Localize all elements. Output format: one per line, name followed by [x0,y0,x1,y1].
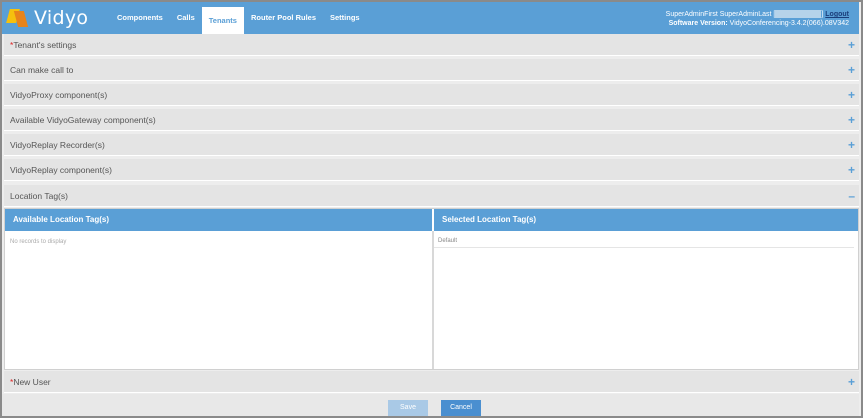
section-replay-recorder[interactable]: VidyoReplay Recorder(s) + [4,134,859,156]
section-new-user[interactable]: *New User + [4,371,859,393]
expand-icon[interactable]: + [848,134,855,156]
section-tenant-settings[interactable]: *Tenant's settings + [4,34,859,56]
vidyo-logo[interactable]: Vidyo [6,7,88,29]
software-version-label: Software Version: [668,20,728,27]
logout-link[interactable]: Logout [825,11,849,18]
section-vidyoreplay[interactable]: VidyoReplay component(s) + [4,159,859,181]
expand-icon[interactable]: + [848,34,855,56]
nav-components[interactable]: Components [110,2,170,34]
nav-router-pool-rules[interactable]: Router Pool Rules [244,2,323,34]
selected-tag-row[interactable]: Default [434,234,854,248]
expand-icon[interactable]: + [848,59,855,81]
nav-settings[interactable]: Settings [323,2,367,34]
expand-icon[interactable]: + [848,371,855,393]
section-vidyoproxy[interactable]: VidyoProxy component(s) + [4,84,859,106]
expand-icon[interactable]: + [848,159,855,181]
available-tags-header: Available Location Tag(s) [5,209,432,231]
nav-tenants[interactable]: Tenants [201,7,244,34]
selected-tags-header: Selected Location Tag(s) [434,209,858,231]
cancel-button[interactable]: Cancel [441,400,481,416]
footer-bar: Save Cancel [2,394,859,416]
main-nav: Components Calls Tenants Router Pool Rul… [110,2,367,34]
save-button[interactable]: Save [388,400,428,416]
software-version: VidyoConferencing-3.4.2(066).08V342 [729,20,849,27]
user-info: SuperAdminFirst SuperAdminLast [] Logout… [665,10,849,27]
section-location-tags[interactable]: Location Tag(s) – [4,185,859,207]
logo-text: Vidyo [34,7,89,29]
column-divider[interactable] [432,231,434,369]
location-tags-panel: Available Location Tag(s) Selected Locat… [4,208,859,370]
expand-icon[interactable]: + [848,84,855,106]
vidyo-logo-icon [6,7,30,29]
nav-calls[interactable]: Calls [170,2,202,34]
section-vidyogateway[interactable]: Available VidyoGateway component(s) + [4,109,859,131]
top-bar: Vidyo Components Calls Tenants Router Po… [2,2,859,34]
redacted-username [775,10,822,19]
collapse-icon[interactable]: – [848,185,855,207]
expand-icon[interactable]: + [848,109,855,131]
empty-list-message: No records to display [10,239,67,245]
user-name: SuperAdminFirst SuperAdminLast [ [665,11,776,18]
section-can-make-call[interactable]: Can make call to + [4,59,859,81]
